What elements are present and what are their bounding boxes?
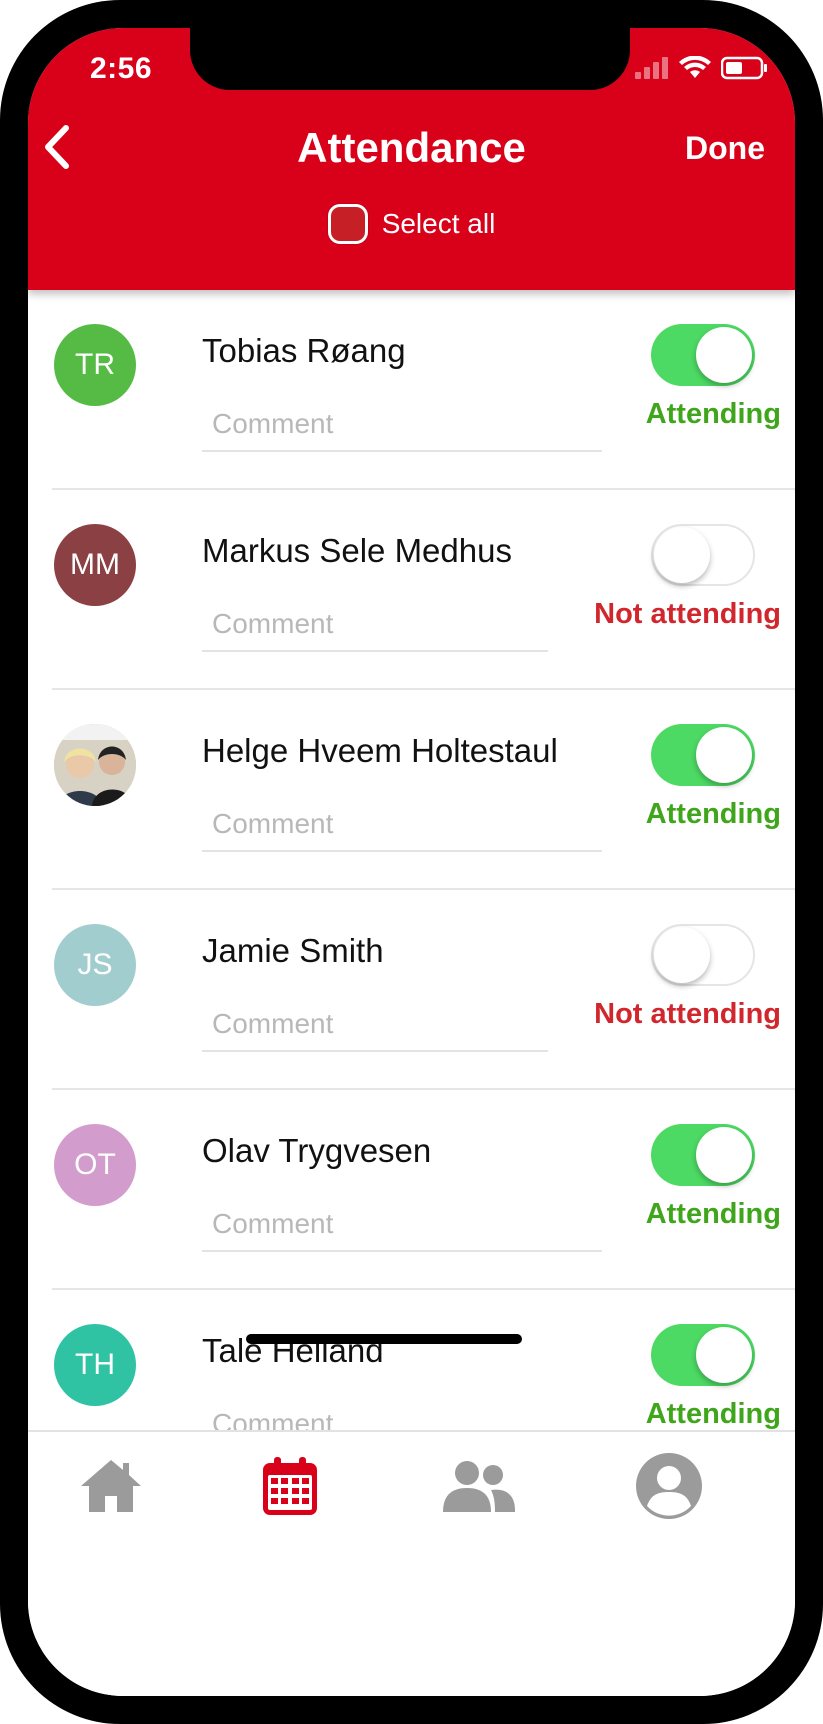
attendance-toggle[interactable] <box>651 524 755 586</box>
profile-icon <box>636 1453 702 1519</box>
toggle-knob <box>654 527 710 583</box>
attendee-name: Helge Hveem Holtestaul <box>202 732 558 769</box>
battery-icon <box>721 56 767 80</box>
attendance-toggle[interactable] <box>651 724 755 786</box>
attendee-row: Helge Hveem Holtestaul Attending <box>52 690 795 890</box>
attendee-name: Tobias Røang <box>202 332 406 369</box>
avatar: JS <box>54 924 136 1006</box>
select-all-label: Select all <box>381 208 496 239</box>
tab-home[interactable] <box>71 1446 151 1526</box>
wifi-icon <box>679 56 711 78</box>
attendance-status: Not attending <box>594 598 781 630</box>
comment-input[interactable] <box>202 798 602 852</box>
home-indicator <box>246 1334 522 1344</box>
avatar: MM <box>54 524 136 606</box>
toggle-knob <box>696 327 752 383</box>
people-icon <box>443 1461 515 1512</box>
tab-team[interactable] <box>439 1446 519 1526</box>
avatar: TH <box>54 1324 136 1406</box>
done-button[interactable]: Done <box>685 130 765 167</box>
attendee-name: Olav Trygvesen <box>202 1132 432 1169</box>
attendance-status: Attending <box>645 1398 781 1430</box>
tab-bar <box>28 1430 795 1696</box>
notch <box>190 28 630 90</box>
attendance-status: Not attending <box>594 998 781 1030</box>
select-all[interactable]: Select all <box>28 204 795 244</box>
attendee-row: OT Olav Trygvesen Attending <box>52 1090 795 1290</box>
comment-input[interactable] <box>202 398 602 452</box>
attendee-name: Jamie Smith <box>202 932 384 969</box>
attendee-name: Markus Sele Medhus <box>202 532 512 569</box>
comment-input[interactable] <box>202 1198 602 1252</box>
toggle-knob <box>654 927 710 983</box>
select-all-checkbox[interactable] <box>327 204 368 244</box>
tab-calendar[interactable] <box>250 1446 330 1526</box>
attendee-row: THTale HellandAttending <box>52 1290 795 1430</box>
attendee-row: JS Jamie Smith Not attending <box>52 890 795 1090</box>
signal-icon <box>635 57 668 79</box>
attendee-row: MM Markus Sele Medhus Not attending <box>52 490 795 690</box>
attendance-toggle[interactable] <box>651 1324 755 1386</box>
toggle-knob <box>696 1127 752 1183</box>
attendance-list: TR Tobias Røang Attending MM Markus Sele Med… <box>28 290 795 1430</box>
avatar: OT <box>54 1124 136 1206</box>
comment-input[interactable] <box>202 598 548 652</box>
calendar-icon <box>263 1457 317 1515</box>
avatar-photo <box>54 724 136 806</box>
attendance-toggle[interactable] <box>651 324 755 386</box>
home-icon <box>81 1460 141 1512</box>
attendance-status: Attending <box>645 398 781 430</box>
page-title: Attendance <box>297 124 526 171</box>
toggle-knob <box>696 727 752 783</box>
avatar: TR <box>54 324 136 406</box>
attendance-status: Attending <box>645 798 781 830</box>
header: 2:56 Attendance Done Select all <box>28 28 795 290</box>
attendance-toggle[interactable] <box>651 1124 755 1186</box>
attendee-row: TR Tobias Røang Attending <box>52 290 795 490</box>
toggle-knob <box>696 1327 752 1383</box>
attendance-status: Attending <box>645 1198 781 1230</box>
status-time: 2:56 <box>90 52 153 85</box>
comment-input[interactable] <box>202 998 548 1052</box>
tab-profile[interactable] <box>629 1446 709 1526</box>
attendance-toggle[interactable] <box>651 924 755 986</box>
app-screen: 2:56 Attendance Done Select all TR Tobia… <box>28 28 795 1696</box>
comment-input[interactable] <box>202 1398 602 1430</box>
status-icons <box>635 56 769 80</box>
photo-image <box>54 724 136 806</box>
phone-frame: 2:56 Attendance Done Select all TR Tobia… <box>0 0 823 1724</box>
